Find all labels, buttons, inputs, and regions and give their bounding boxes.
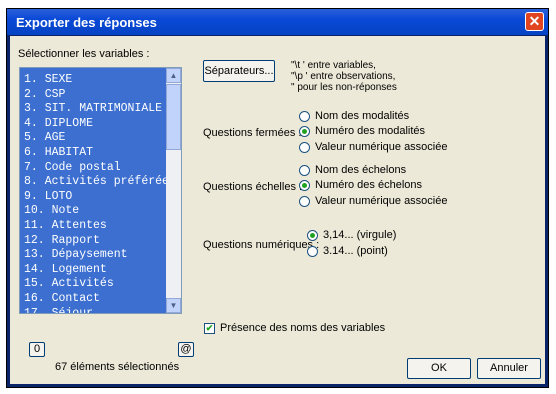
closed-option-0[interactable]: Nom des modalités	[315, 110, 409, 122]
closed-questions-label: Questions fermées :	[203, 127, 302, 139]
dialog-body: Sélectionner les variables : 1. SEXE 2. …	[10, 36, 545, 384]
list-item[interactable]: 2. CSP	[24, 88, 65, 102]
list-item[interactable]: 7. Code postal	[24, 161, 121, 175]
list-item[interactable]: 13. Dépaysement	[24, 248, 128, 262]
closed-option-1[interactable]: Numéro des modalités	[315, 125, 425, 137]
variables-listbox[interactable]: 1. SEXE 2. CSP 3. SIT. MATRIMONIALE 4. D…	[19, 67, 182, 314]
scroll-thumb[interactable]	[166, 84, 181, 150]
zero-button[interactable]: 0	[29, 342, 45, 357]
ok-button[interactable]: OK	[407, 358, 471, 379]
presence-checkbox[interactable]: ✔	[204, 323, 215, 334]
separators-button[interactable]: Séparateurs...	[203, 60, 275, 82]
separator-hint-observations: "\p ' entre observations,	[291, 71, 396, 82]
list-item[interactable]: 17. Séjour	[24, 307, 93, 313]
list-item[interactable]: 6. HABITAT	[24, 146, 93, 160]
numeric-option-1[interactable]: 3.14... (point)	[323, 245, 388, 257]
numeric-radio-1[interactable]	[307, 246, 318, 257]
list-item[interactable]: 3. SIT. MATRIMONIALE	[24, 102, 162, 116]
list-item[interactable]: 10. Note	[24, 204, 79, 218]
list-item[interactable]: 5. AGE	[24, 131, 65, 145]
closed-option-2[interactable]: Valeur numérique associée	[315, 141, 447, 153]
list-item[interactable]: 11. Attentes	[24, 219, 107, 233]
title-bar[interactable]: Exporter des réponses ✕	[7, 9, 548, 35]
scale-radio-2[interactable]	[299, 196, 310, 207]
list-item[interactable]: 14. Logement	[24, 263, 107, 277]
numeric-questions-label: Questions numériques :	[203, 239, 320, 251]
cancel-button[interactable]: Annuler	[477, 358, 541, 379]
separator-hint-nonresponses: " pour les non-réponses	[291, 82, 397, 93]
close-button[interactable]: ✕	[525, 12, 544, 31]
scroll-down-arrow-icon[interactable]: ▼	[166, 298, 181, 313]
scale-radio-1[interactable]	[299, 180, 310, 191]
scale-option-2[interactable]: Valeur numérique associée	[315, 195, 447, 207]
list-item[interactable]: 4. DIPLOME	[24, 117, 93, 131]
at-button[interactable]: @	[178, 342, 194, 357]
window-title: Exporter des réponses	[16, 15, 157, 30]
closed-radio-2[interactable]	[299, 142, 310, 153]
scale-option-0[interactable]: Nom des échelons	[315, 164, 406, 176]
numeric-radio-0[interactable]	[307, 230, 318, 241]
variables-label: Sélectionner les variables :	[18, 48, 150, 60]
export-dialog: Exporter des réponses ✕ Sélectionner les…	[6, 8, 549, 388]
closed-radio-0[interactable]	[299, 111, 310, 122]
presence-label[interactable]: Présence des noms des variables	[220, 322, 385, 334]
list-item[interactable]: 12. Rapport	[24, 234, 100, 248]
list-item[interactable]: 16. Contact	[24, 292, 100, 306]
scale-radio-0[interactable]	[299, 165, 310, 176]
listbox-scrollbar[interactable]: ▲ ▼	[166, 68, 181, 313]
list-item[interactable]: 8. Activités préférées	[24, 175, 176, 189]
numeric-option-0[interactable]: 3,14... (virgule)	[323, 229, 396, 241]
scale-questions-label: Questions échelles :	[203, 181, 303, 193]
list-item[interactable]: 1. SEXE	[24, 73, 72, 87]
selected-count-text: 67 éléments sélectionnés	[55, 361, 180, 373]
separator-hint-variables: "\t ' entre variables,	[291, 60, 376, 71]
scale-option-1[interactable]: Numéro des échelons	[315, 179, 422, 191]
closed-radio-1[interactable]	[299, 126, 310, 137]
list-item[interactable]: 9. LOTO	[24, 190, 72, 204]
list-item[interactable]: 15. Activités	[24, 277, 114, 291]
scroll-up-arrow-icon[interactable]: ▲	[166, 68, 181, 83]
